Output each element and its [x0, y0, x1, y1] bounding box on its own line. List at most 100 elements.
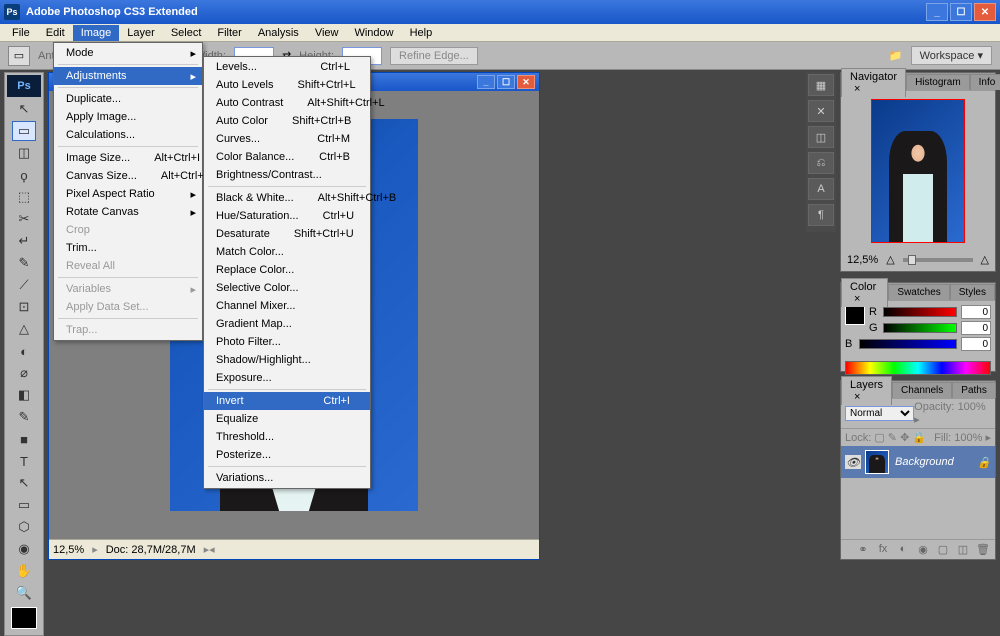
maximize-button[interactable]: ☐: [950, 3, 972, 21]
marquee-tool-icon[interactable]: ▭: [8, 46, 30, 66]
b-slider[interactable]: [859, 339, 957, 349]
menu-item-calculations-[interactable]: Calculations...: [54, 126, 202, 144]
navigator-zoom[interactable]: 12,5%: [847, 254, 878, 266]
menu-analysis[interactable]: Analysis: [250, 25, 307, 41]
dock-icon-2[interactable]: ✕: [808, 100, 834, 122]
menu-layer[interactable]: Layer: [119, 25, 163, 41]
menu-item-channel-mixer-[interactable]: Channel Mixer...: [204, 297, 370, 315]
tab-paths[interactable]: Paths: [952, 382, 996, 398]
tab-styles[interactable]: Styles: [950, 284, 995, 300]
layer-name[interactable]: Background: [895, 456, 954, 468]
tool-4[interactable]: ⬚: [12, 187, 36, 207]
workspace-button[interactable]: Workspace ▾: [911, 46, 992, 65]
tool-10[interactable]: △: [12, 319, 36, 339]
menu-item-shadow-highlight-[interactable]: Shadow/Highlight...: [204, 351, 370, 369]
menu-item-apply-image-[interactable]: Apply Image...: [54, 108, 202, 126]
menu-item-brightness-contrast-[interactable]: Brightness/Contrast...: [204, 166, 370, 184]
menu-item-gradient-map-[interactable]: Gradient Map...: [204, 315, 370, 333]
tool-3[interactable]: ϙ: [12, 165, 36, 185]
zoom-in-icon[interactable]: △: [981, 253, 989, 266]
menu-item-hue-saturation-[interactable]: Hue/Saturation...Ctrl+U: [204, 207, 370, 225]
dock-icon-3[interactable]: ◫: [808, 126, 834, 148]
r-slider[interactable]: [883, 307, 957, 317]
menu-edit[interactable]: Edit: [38, 25, 73, 41]
menu-item-curves-[interactable]: Curves...Ctrl+M: [204, 130, 370, 148]
zoom-slider[interactable]: [903, 258, 973, 262]
menu-item-match-color-[interactable]: Match Color...: [204, 243, 370, 261]
g-slider[interactable]: [883, 323, 957, 333]
tool-0[interactable]: ↖: [12, 99, 36, 119]
menu-item-levels-[interactable]: Levels...Ctrl+L: [204, 58, 370, 76]
menu-item-selective-color-[interactable]: Selective Color...: [204, 279, 370, 297]
menu-item-canvas-size-[interactable]: Canvas Size...Alt+Ctrl+C: [54, 167, 202, 185]
menu-item-equalize[interactable]: Equalize: [204, 410, 370, 428]
menu-item-color-balance-[interactable]: Color Balance...Ctrl+B: [204, 148, 370, 166]
opacity-value[interactable]: 100%: [958, 401, 986, 413]
tab-color[interactable]: Color ×: [841, 278, 888, 307]
delete-layer-icon[interactable]: 🗑: [975, 543, 991, 557]
color-spectrum[interactable]: [845, 361, 991, 375]
menu-item-replace-color-[interactable]: Replace Color...: [204, 261, 370, 279]
zoom-out-icon[interactable]: △: [886, 253, 894, 266]
tab-swatches[interactable]: Swatches: [888, 284, 949, 300]
tool-14[interactable]: ✎: [12, 407, 36, 427]
color-panel-swatch[interactable]: [845, 305, 865, 325]
layer-mask-icon[interactable]: ◐: [895, 543, 911, 557]
layer-thumbnail[interactable]: [865, 450, 889, 474]
menu-item-adjustments[interactable]: Adjustments▸: [54, 67, 202, 85]
tab-navigator[interactable]: Navigator ×: [841, 68, 906, 97]
tool-11[interactable]: ◐: [12, 341, 36, 361]
menu-view[interactable]: View: [307, 25, 347, 41]
tool-19[interactable]: ⬡: [12, 517, 36, 537]
tool-20[interactable]: ◉: [12, 539, 36, 559]
menu-item-duplicate-[interactable]: Duplicate...: [54, 90, 202, 108]
bridge-icon[interactable]: 📁: [889, 49, 903, 62]
tool-17[interactable]: ↖: [12, 473, 36, 493]
group-icon[interactable]: ▢: [935, 543, 951, 557]
menu-item-mode[interactable]: Mode▸: [54, 44, 202, 62]
g-value[interactable]: [961, 321, 991, 335]
menu-item-variations-[interactable]: Variations...: [204, 469, 370, 487]
dock-icon-6[interactable]: ¶: [808, 204, 834, 226]
close-icon[interactable]: ×: [850, 293, 864, 305]
menu-window[interactable]: Window: [346, 25, 401, 41]
menu-item-black-white-[interactable]: Black & White...Alt+Shift+Ctrl+B: [204, 189, 370, 207]
dock-icon-4[interactable]: ⎌: [808, 152, 834, 174]
doc-close-button[interactable]: ✕: [517, 75, 535, 89]
dock-icon-1[interactable]: ▦: [808, 74, 834, 96]
menu-item-invert[interactable]: InvertCtrl+I: [204, 392, 370, 410]
close-button[interactable]: ✕: [974, 3, 996, 21]
tool-8[interactable]: ⟋: [12, 275, 36, 295]
menu-item-auto-levels[interactable]: Auto LevelsShift+Ctrl+L: [204, 76, 370, 94]
menu-item-posterize-[interactable]: Posterize...: [204, 446, 370, 464]
tool-22[interactable]: 🔍: [12, 583, 36, 603]
layer-row[interactable]: 👁 Background 🔒: [841, 446, 995, 478]
tool-21[interactable]: ✋: [12, 561, 36, 581]
zoom-level[interactable]: 12,5%: [53, 544, 84, 556]
fill-value[interactable]: 100%: [954, 432, 982, 444]
navigator-thumbnail[interactable]: [871, 99, 965, 243]
menu-item-image-size-[interactable]: Image Size...Alt+Ctrl+I: [54, 149, 202, 167]
adjustment-layer-icon[interactable]: ◉: [915, 543, 931, 557]
menu-item-pixel-aspect-ratio[interactable]: Pixel Aspect Ratio▸: [54, 185, 202, 203]
close-icon[interactable]: ×: [850, 391, 864, 403]
b-value[interactable]: [961, 337, 991, 351]
dock-icon-5[interactable]: A: [808, 178, 834, 200]
tool-7[interactable]: ✎: [12, 253, 36, 273]
tab-channels[interactable]: Channels: [892, 382, 952, 398]
visibility-toggle-icon[interactable]: 👁: [845, 455, 861, 469]
menu-select[interactable]: Select: [163, 25, 210, 41]
foreground-color-swatch[interactable]: [11, 607, 37, 629]
tool-2[interactable]: ◫: [12, 143, 36, 163]
minimize-button[interactable]: _: [926, 3, 948, 21]
tool-6[interactable]: ↵: [12, 231, 36, 251]
menu-file[interactable]: File: [4, 25, 38, 41]
doc-maximize-button[interactable]: ☐: [497, 75, 515, 89]
menu-image[interactable]: Image: [73, 25, 120, 41]
menu-item-photo-filter-[interactable]: Photo Filter...: [204, 333, 370, 351]
r-value[interactable]: [961, 305, 991, 319]
menu-filter[interactable]: Filter: [209, 25, 249, 41]
tool-15[interactable]: ■: [12, 429, 36, 449]
blend-mode-select[interactable]: Normal: [845, 406, 914, 421]
menu-item-auto-contrast[interactable]: Auto ContrastAlt+Shift+Ctrl+L: [204, 94, 370, 112]
